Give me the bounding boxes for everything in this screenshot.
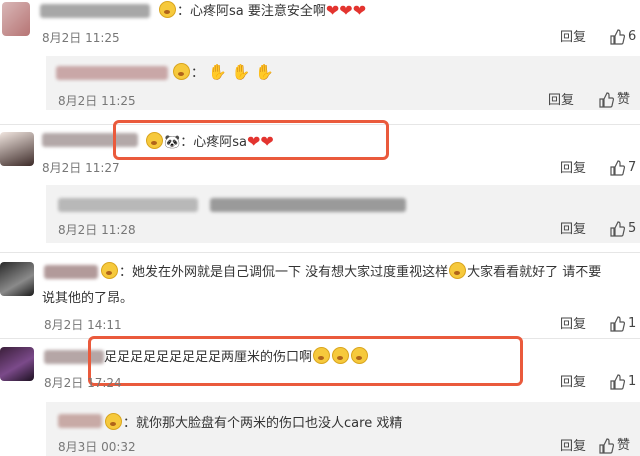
- reply-time: 8月2日 11:25: [58, 94, 136, 108]
- comment-text-line2: 说其他的了昂。: [42, 291, 134, 306]
- reply-button[interactable]: 回复: [560, 30, 586, 46]
- comment-time: 8月2日 11:25: [42, 31, 120, 45]
- like-button[interactable]: 1: [609, 316, 636, 332]
- username-blurred[interactable]: [40, 4, 150, 18]
- reply-button[interactable]: 回复: [560, 375, 586, 391]
- like-button[interactable]: 赞: [598, 438, 630, 454]
- like-label: 赞: [617, 92, 631, 107]
- heart-icons: ❤❤: [246, 132, 274, 151]
- like-count: 1: [628, 374, 637, 389]
- emoji-icon: [105, 413, 122, 430]
- like-button[interactable]: 5: [609, 221, 636, 237]
- reply-button[interactable]: 回复: [560, 317, 586, 333]
- like-button[interactable]: 6: [609, 29, 636, 45]
- reply-time: 8月2日 11:28: [58, 223, 136, 237]
- comment-time: 8月2日 14:11: [44, 318, 122, 332]
- emoji-icon: [173, 63, 190, 80]
- like-button[interactable]: 7: [609, 160, 636, 176]
- shocked-emoji-icon: [332, 347, 350, 364]
- comment-text: ：她发在外网就是自己调侃一下 没有想大家过度重视这样 大家看看就好了 请不要: [100, 262, 601, 282]
- emoji-icon: [101, 262, 118, 279]
- thumbs-up-icon: [610, 160, 625, 176]
- username-blurred[interactable]: [58, 198, 198, 212]
- reply-emoji-row: ： ✋ ✋ ✋: [172, 63, 274, 83]
- comment-text: 🐼：心疼阿sa❤❤: [145, 132, 274, 152]
- thumbs-up-icon: [599, 438, 614, 454]
- thumbs-up-icon: [599, 92, 614, 108]
- laugh-emoji-icon: [449, 262, 467, 279]
- username-blurred[interactable]: [44, 265, 98, 279]
- thumbs-up-icon: [610, 374, 625, 390]
- comment-text: ：心疼阿sa 要注意安全啊❤❤❤: [158, 1, 366, 21]
- divider: [0, 252, 640, 253]
- username-blurred[interactable]: [56, 66, 168, 80]
- hand-icon: ✋ ✋ ✋: [208, 63, 274, 81]
- like-count: 5: [628, 221, 637, 236]
- like-label: 赞: [617, 438, 631, 453]
- thumbs-up-icon: [610, 221, 625, 237]
- emoji-icon: [146, 132, 163, 149]
- avatar[interactable]: [0, 262, 34, 296]
- like-count: 6: [628, 29, 637, 44]
- reply-button[interactable]: 回复: [560, 222, 586, 238]
- like-count: 7: [628, 160, 637, 175]
- reply-button[interactable]: 回复: [560, 161, 586, 177]
- comment-text: 足足足足足足足足足两厘米的伤口啊: [104, 347, 369, 367]
- like-button[interactable]: 1: [609, 374, 636, 390]
- reply-time: 8月3日 00:32: [58, 440, 136, 454]
- like-button[interactable]: 赞: [598, 92, 630, 108]
- shocked-emoji-icon: [313, 347, 331, 364]
- emoji-icon: [159, 1, 176, 18]
- avatar[interactable]: [0, 347, 34, 381]
- reply-text: ：就你那大脸盘有个两米的伤口也没人care 戏精: [104, 413, 402, 433]
- username-blurred[interactable]: [58, 414, 102, 428]
- reply-button[interactable]: 回复: [560, 439, 586, 455]
- reply-text-blurred: [210, 198, 406, 212]
- panda-icon: 🐼: [164, 135, 181, 150]
- avatar[interactable]: [2, 2, 30, 36]
- thumbs-up-icon: [610, 316, 625, 332]
- avatar[interactable]: [0, 132, 34, 166]
- reply-button[interactable]: 回复: [548, 93, 574, 109]
- thumbs-up-icon: [610, 29, 625, 45]
- shocked-emoji-icon: [351, 347, 369, 364]
- heart-icons: ❤❤❤: [325, 1, 367, 20]
- comment-time: 8月2日 17:24: [44, 376, 122, 390]
- like-count: 1: [628, 316, 637, 331]
- comment-time: 8月2日 11:27: [42, 161, 120, 175]
